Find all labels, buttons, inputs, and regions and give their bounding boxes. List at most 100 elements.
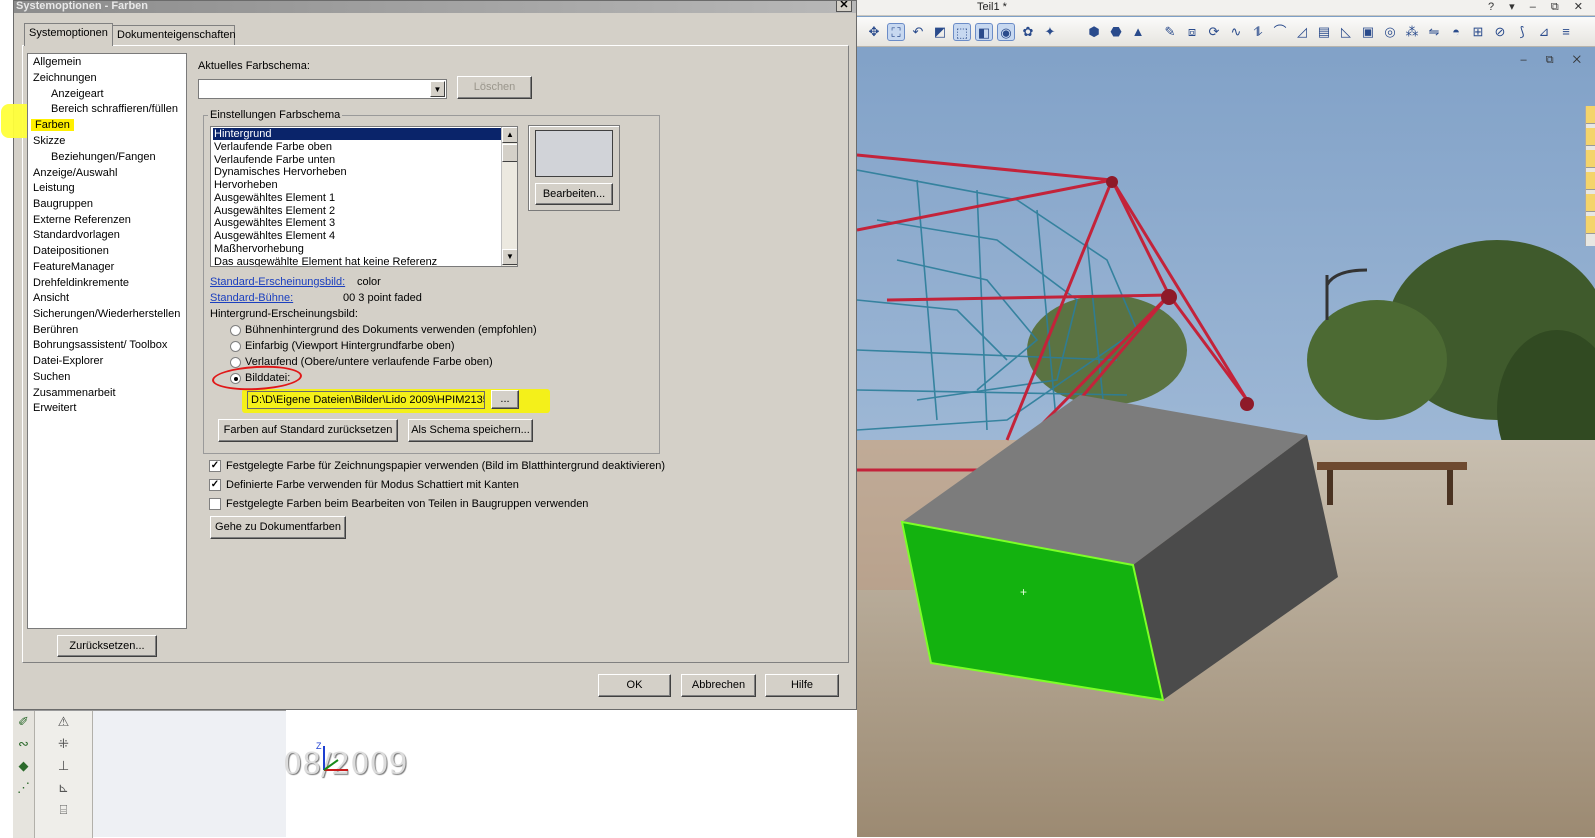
loft-icon[interactable]: ⥮: [1249, 23, 1267, 41]
intersect-icon[interactable]: ⊘: [1491, 23, 1509, 41]
draft-icon[interactable]: ◺: [1337, 23, 1355, 41]
scroll-down-icon[interactable]: ▼: [502, 249, 517, 265]
list-item[interactable]: Ausgewähltes Element 3: [213, 217, 501, 229]
zoom-fit-icon[interactable]: ✥: [865, 23, 883, 41]
standard-appearance-link[interactable]: Standard-Erscheinungsbild:: [210, 276, 345, 288]
tree-item-dateipositionen[interactable]: Dateipositionen: [33, 245, 109, 257]
apply-scene-icon[interactable]: ✦: [1041, 23, 1059, 41]
options-tree[interactable]: Allgemein Zeichnungen Anzeigeart Bereich…: [27, 53, 187, 629]
mate-tool-icon[interactable]: ⊥: [35, 755, 92, 777]
dome-icon[interactable]: ◓: [1447, 23, 1465, 41]
tree-item-beruehren[interactable]: Berühren: [33, 324, 78, 336]
tree-item-beziehungen-fangen[interactable]: Beziehungen/Fangen: [51, 151, 156, 163]
list-item[interactable]: Hervorheben: [213, 179, 501, 191]
standard-stage-link[interactable]: Standard-Bühne:: [210, 292, 293, 304]
smart-dimension-icon[interactable]: ∾: [13, 733, 34, 755]
tree-item-allgemein[interactable]: Allgemein: [33, 56, 81, 68]
edit-appearance-icon[interactable]: ✿: [1019, 23, 1037, 41]
list-item[interactable]: Dynamisches Hervorheben: [213, 166, 501, 178]
list-item[interactable]: Maßhervorhebung: [213, 243, 501, 255]
section-view-icon[interactable]: ◩: [931, 23, 949, 41]
graphics-viewport[interactable]: + Teil1 * ? ▾ – ⧉ ✕ ✥ ⛶ ↶ ◩ ⬚ ◧ ◉ ✿ ✦ ⬢ …: [857, 0, 1595, 837]
view-orientation-icon[interactable]: ⬚: [953, 23, 971, 41]
render-icon[interactable]: ⬣: [1107, 23, 1125, 41]
scroll-up-icon[interactable]: ▲: [502, 127, 517, 143]
tree-item-erweitert[interactable]: Erweitert: [33, 402, 76, 414]
tree-item-farben[interactable]: Farben: [31, 119, 74, 131]
list-item[interactable]: Verlaufende Farbe oben: [213, 141, 501, 153]
delete-button[interactable]: Löschen: [457, 76, 532, 99]
tree-item-datei-explorer[interactable]: Datei-Explorer: [33, 355, 103, 367]
hole-icon[interactable]: ◎: [1381, 23, 1399, 41]
reference-geometry-icon[interactable]: ⊿: [1535, 23, 1553, 41]
home-icon[interactable]: [1586, 106, 1595, 124]
tree-item-externe-referenzen[interactable]: Externe Referenzen: [33, 214, 131, 226]
feature-icon[interactable]: ⬢: [1085, 23, 1103, 41]
cone-icon[interactable]: ▲: [1129, 23, 1147, 41]
radio-gradient[interactable]: [230, 357, 241, 368]
curve-icon[interactable]: ⟆: [1513, 23, 1531, 41]
tree-item-baugruppen[interactable]: Baugruppen: [33, 198, 93, 210]
more-tools-icon[interactable]: ≡: [1557, 23, 1575, 41]
tree-item-standardvorlagen[interactable]: Standardvorlagen: [33, 229, 120, 241]
list-item[interactable]: Verlaufende Farbe unten: [213, 154, 501, 166]
sketch-icon[interactable]: ✐: [13, 711, 34, 733]
tree-item-bohrungsassistent[interactable]: Bohrungsassistent/ Toolbox: [33, 339, 167, 351]
tree-item-zeichnungen[interactable]: Zeichnungen: [33, 72, 97, 84]
shell-icon[interactable]: ▣: [1359, 23, 1377, 41]
save-scheme-button[interactable]: Als Schema speichern...: [408, 419, 533, 442]
color-scheme-dropdown[interactable]: ▼: [198, 79, 447, 99]
chamfer-icon[interactable]: ◿: [1293, 23, 1311, 41]
file-explorer-icon[interactable]: [1586, 172, 1595, 190]
rib-icon[interactable]: ▤: [1315, 23, 1333, 41]
color-items-list[interactable]: Hintergrund Verlaufende Farbe oben Verla…: [210, 126, 518, 267]
tree-item-ansicht[interactable]: Ansicht: [33, 292, 69, 304]
tree-item-sicherungen[interactable]: Sicherungen/Wiederherstellen: [33, 308, 180, 320]
hide-show-icon[interactable]: ◉: [997, 23, 1015, 41]
goto-document-colors-button[interactable]: Gehe zu Dokumentfarben: [210, 516, 346, 539]
wrap-icon[interactable]: ⊞: [1469, 23, 1487, 41]
tree-item-leistung[interactable]: Leistung: [33, 182, 75, 194]
tree-item-anzeige-auswahl[interactable]: Anzeige/Auswahl: [33, 167, 117, 179]
draft-tool-icon[interactable]: ⚠: [35, 711, 92, 733]
list-item[interactable]: Das ausgewählte Element hat keine Refere…: [213, 256, 501, 266]
image-path-field[interactable]: D:\D\Eigene Dateien\Bilder\Lido 2009\HPI…: [247, 391, 485, 409]
appearances-icon[interactable]: [1586, 194, 1595, 212]
help-button[interactable]: Hilfe: [765, 674, 839, 697]
fillet-icon[interactable]: ⌒: [1271, 23, 1289, 41]
window-controls[interactable]: ? ▾ – ⧉ ✕: [1488, 0, 1589, 14]
checkbox-drawing-paper-color[interactable]: ✓: [209, 460, 221, 472]
list-item[interactable]: Ausgewähltes Element 2: [213, 205, 501, 217]
revolve-icon[interactable]: ⟳: [1205, 23, 1223, 41]
list-scrollbar[interactable]: ▲ ▼: [501, 127, 517, 266]
scroll-thumb[interactable]: [502, 144, 517, 162]
hole-tool-icon[interactable]: ⌸: [35, 799, 92, 821]
cancel-button[interactable]: Abbrechen: [681, 674, 756, 697]
custom-properties-icon[interactable]: [1586, 216, 1595, 234]
tab-document-properties[interactable]: Dokumenteigenschaften: [112, 25, 236, 45]
tree-item-featuremanager[interactable]: FeatureManager: [33, 261, 114, 273]
extrude-icon[interactable]: ⧈: [1183, 23, 1201, 41]
chevron-down-icon[interactable]: ▼: [430, 81, 445, 97]
reset-colors-button[interactable]: Farben auf Standard zurücksetzen: [218, 419, 398, 442]
previous-view-icon[interactable]: ↶: [909, 23, 927, 41]
tree-item-anzeigeart[interactable]: Anzeigeart: [51, 88, 104, 100]
checkbox-assembly-edit-colors[interactable]: [209, 498, 221, 510]
checkbox-shaded-edges-color[interactable]: ✓: [209, 479, 221, 491]
browse-button[interactable]: ...: [491, 390, 519, 409]
pattern-icon[interactable]: ⁂: [1403, 23, 1421, 41]
list-item[interactable]: Ausgewähltes Element 4: [213, 230, 501, 242]
edit-color-button[interactable]: Bearbeiten...: [535, 183, 613, 205]
tab-system-options[interactable]: Systemoptionen: [24, 23, 113, 46]
radio-plain-color[interactable]: [230, 341, 241, 352]
close-button[interactable]: ✕: [836, 1, 852, 12]
reset-button[interactable]: Zurücksetzen...: [57, 635, 157, 657]
pattern-tool-icon[interactable]: ⁜: [35, 733, 92, 755]
tree-item-suchen[interactable]: Suchen: [33, 371, 70, 383]
list-item[interactable]: Hintergrund: [213, 128, 501, 140]
zoom-area-icon[interactable]: ⛶: [887, 23, 905, 41]
radio-image-file[interactable]: [230, 373, 241, 384]
ok-button[interactable]: OK: [598, 674, 671, 697]
mdi-window-controls[interactable]: – ⧉ ✕: [1521, 54, 1589, 67]
display-style-icon[interactable]: ◧: [975, 23, 993, 41]
